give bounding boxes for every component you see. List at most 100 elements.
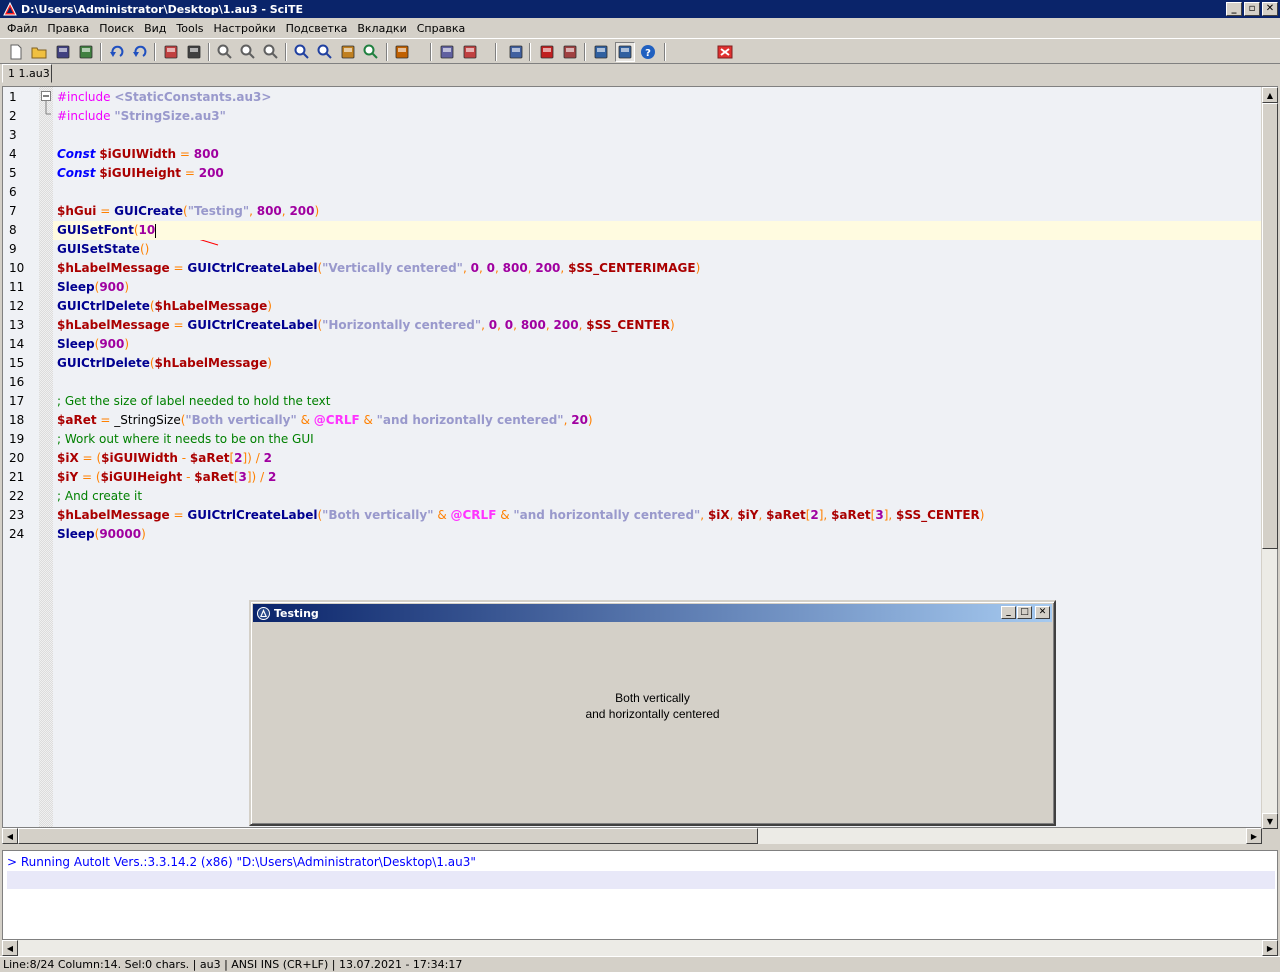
code-line[interactable] xyxy=(57,183,1261,202)
code-line[interactable]: GUISetState() xyxy=(57,240,1261,259)
code-token: $SS_CENTERIMAGE xyxy=(568,261,696,275)
bookmark-icon[interactable] xyxy=(537,42,557,62)
scroll-left-button[interactable]: ◀ xyxy=(2,828,18,844)
output-pane[interactable]: > Running AutoIt Vers.:3.3.14.2 (x86) "D… xyxy=(2,850,1278,940)
code-line[interactable]: GUICtrlDelete($hLabelMessage) xyxy=(57,297,1261,316)
dialog-maximize-button[interactable]: □ xyxy=(1017,606,1032,619)
compile-icon[interactable] xyxy=(437,42,457,62)
code-line[interactable]: GUICtrlDelete($hLabelMessage) xyxy=(57,354,1261,373)
horizontal-scroll-thumb[interactable] xyxy=(18,828,758,844)
editor-vertical-scrollbar[interactable]: ▲ ▼ xyxy=(1261,87,1278,829)
menu-item-1[interactable]: Правка xyxy=(42,22,94,35)
code-line[interactable]: Const $iGUIWidth = 800 xyxy=(57,145,1261,164)
output-horizontal-scrollbar[interactable]: ◀ ▶ xyxy=(2,940,1278,956)
code-token: 3 xyxy=(238,470,247,484)
fold-marker-icon[interactable] xyxy=(39,87,53,127)
code-token: $aRet xyxy=(189,451,230,465)
code-token: $aRet xyxy=(57,413,97,427)
toolbar-separator xyxy=(154,43,156,61)
find-icon[interactable] xyxy=(292,42,312,62)
scroll-right-button[interactable]: ▶ xyxy=(1246,828,1262,844)
new-file-icon[interactable] xyxy=(6,42,26,62)
code-line[interactable]: $hLabelMessage = GUICtrlCreateLabel("Bot… xyxy=(57,506,1261,525)
scroll-up-button[interactable]: ▲ xyxy=(1262,87,1278,103)
code-line[interactable]: $hLabelMessage = GUICtrlCreateLabel("Ver… xyxy=(57,259,1261,278)
editor-horizontal-scrollbar[interactable]: ◀ ▶ xyxy=(2,828,1262,844)
code-line[interactable]: $iX = ($iGUIWidth - $aRet[2]) / 2 xyxy=(57,449,1261,468)
code-line[interactable]: ; Get the size of label needed to hold t… xyxy=(57,392,1261,411)
cut-icon[interactable] xyxy=(161,42,181,62)
line-number: 19 xyxy=(9,432,25,446)
split-view-icon[interactable] xyxy=(591,42,611,62)
menu-item-8[interactable]: Справка xyxy=(412,22,470,35)
dialog-minimize-button[interactable]: _ xyxy=(1001,606,1016,619)
code-token: "Horizontally centered" xyxy=(322,318,482,332)
menu-item-3[interactable]: Вид xyxy=(139,22,171,35)
replace-icon[interactable] xyxy=(338,42,358,62)
output-toggle-icon[interactable] xyxy=(615,42,635,62)
dialog-close-button[interactable]: ✕ xyxy=(1035,606,1050,619)
find-next-icon[interactable] xyxy=(315,42,335,62)
open-folder-icon[interactable] xyxy=(29,42,49,62)
tab-1-au3[interactable]: 1 1.au3 xyxy=(2,64,52,83)
code-token: & xyxy=(300,413,310,427)
menu-item-7[interactable]: Вкладки xyxy=(352,22,411,35)
code-line[interactable]: Const $iGUIHeight = 200 xyxy=(57,164,1261,183)
vertical-scroll-thumb[interactable] xyxy=(1262,103,1278,549)
build-icon[interactable] xyxy=(460,42,480,62)
code-token: = xyxy=(173,318,184,332)
code-line[interactable] xyxy=(57,126,1261,145)
zoom-out-icon[interactable] xyxy=(238,42,258,62)
output-scroll-left-button[interactable]: ◀ xyxy=(2,940,18,956)
testing-dialog[interactable]: Testing _ □ ✕ Both vertically and horizo… xyxy=(249,600,1056,826)
line-number: 2 xyxy=(9,109,17,123)
code-token: 10 xyxy=(138,223,156,237)
help-icon[interactable]: ? xyxy=(638,42,658,62)
code-line[interactable]: $aRet = _StringSize("Both vertically" & … xyxy=(57,411,1261,430)
code-token: = xyxy=(82,451,93,465)
code-line[interactable] xyxy=(57,373,1261,392)
code-line[interactable]: ; Work out where it needs to be on the G… xyxy=(57,430,1261,449)
code-line[interactable]: $iY = ($iGUIHeight - $aRet[3]) / 2 xyxy=(57,468,1261,487)
save-icon[interactable] xyxy=(53,42,73,62)
code-line[interactable]: Sleep(90000) xyxy=(57,525,1261,544)
menu-item-5[interactable]: Настройки xyxy=(209,22,281,35)
restore-button[interactable]: ▫ xyxy=(1244,2,1260,16)
code-line[interactable]: Sleep(900) xyxy=(57,335,1261,354)
code-line[interactable]: GUISetFont(10 xyxy=(57,221,1261,240)
menu-item-4[interactable]: Tools xyxy=(171,22,208,35)
code-line[interactable]: $hGui = GUICreate("Testing", 800, 200) xyxy=(57,202,1261,221)
find-in-files-icon[interactable] xyxy=(361,42,381,62)
line-number: 10 xyxy=(9,261,25,275)
bookmark-next-icon[interactable] xyxy=(560,42,580,62)
undo-icon[interactable] xyxy=(107,42,127,62)
minimize-button[interactable]: _ xyxy=(1226,2,1242,16)
code-line[interactable]: #include "StringSize.au3" xyxy=(57,107,1261,126)
bug-icon[interactable] xyxy=(392,42,412,62)
menu-item-6[interactable]: Подсветка xyxy=(281,22,353,35)
print-icon[interactable] xyxy=(184,42,204,62)
output-scroll-right-button[interactable]: ▶ xyxy=(1262,940,1278,956)
save-all-icon[interactable] xyxy=(76,42,96,62)
line-number: 5 xyxy=(9,166,17,180)
code-token: 800 xyxy=(502,261,528,275)
zoom-reset-icon[interactable] xyxy=(261,42,281,62)
fold-margin[interactable] xyxy=(39,87,53,827)
menu-item-0[interactable]: Файл xyxy=(2,22,42,35)
code-line[interactable]: $hLabelMessage = GUICtrlCreateLabel("Hor… xyxy=(57,316,1261,335)
code-line[interactable]: #include <StaticConstants.au3> xyxy=(57,88,1261,107)
menu-item-2[interactable]: Поиск xyxy=(94,22,139,35)
scroll-down-button[interactable]: ▼ xyxy=(1262,813,1278,829)
close-button[interactable]: ✕ xyxy=(1262,2,1278,16)
redo-icon[interactable] xyxy=(130,42,150,62)
code-line[interactable]: Sleep(900) xyxy=(57,278,1261,297)
zoom-in-icon[interactable] xyxy=(215,42,235,62)
tidy-icon[interactable] xyxy=(506,42,526,62)
title-bar[interactable]: D:\Users\Administrator\Desktop\1.au3 - S… xyxy=(0,0,1280,18)
code-token: "Vertically centered" xyxy=(322,261,463,275)
code-line[interactable]: ; And create it xyxy=(57,487,1261,506)
dialog-title-bar[interactable]: Testing _ □ ✕ xyxy=(253,604,1052,622)
stop-icon[interactable] xyxy=(715,42,735,62)
code-token: @CRLF xyxy=(450,508,497,522)
code-token: "Both vertically" xyxy=(322,508,434,522)
